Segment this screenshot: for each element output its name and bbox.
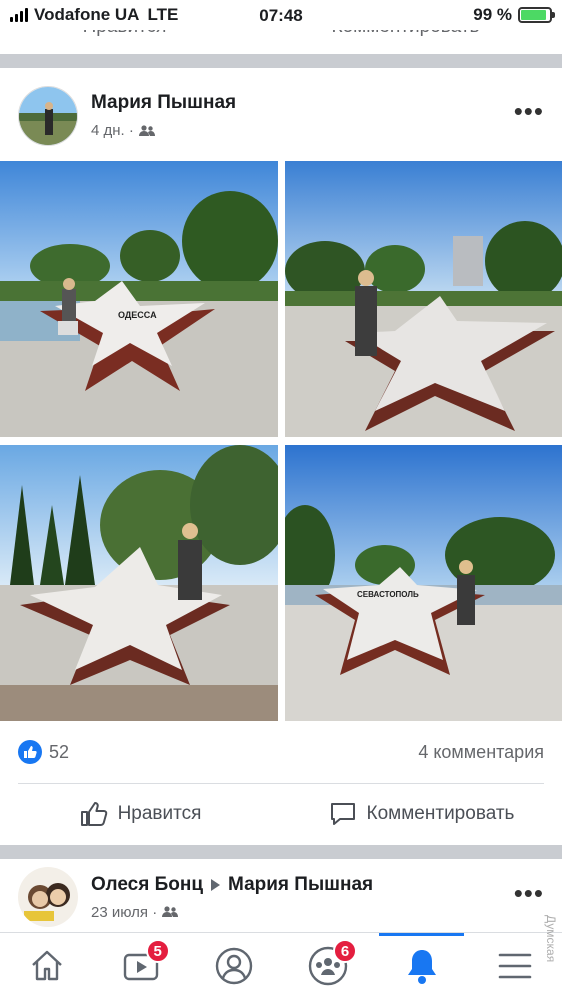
watermark: Думская (544, 915, 558, 963)
next-post-date[interactable]: 23 июля · (91, 904, 157, 921)
like-reaction-icon[interactable] (18, 740, 42, 764)
video-badge: 5 (145, 939, 170, 963)
bottom-navigation: 5 6 (0, 932, 562, 999)
friends-icon (162, 906, 179, 917)
next-post-target[interactable]: Мария Пышная (228, 874, 373, 896)
feed-separator (0, 54, 562, 68)
friends-icon (138, 124, 155, 136)
post-photo-1[interactable]: ОДЕССА (0, 161, 278, 437)
post-photo-3[interactable] (0, 445, 278, 721)
carrier-name: Vodafone UA (34, 5, 140, 24)
next-post-author[interactable]: Олеся Бонц (91, 874, 203, 896)
menu-icon (498, 953, 532, 979)
like-button-label: Нравится (117, 803, 202, 824)
photo-4-caption: СЕВАСТОПОЛЬ (357, 590, 419, 599)
post-author-name[interactable]: Мария Пышная (91, 92, 236, 114)
status-bar: Vodafone UA LTE 07:48 99 % (0, 0, 562, 30)
photo-1-caption: ОДЕССА (118, 310, 157, 320)
signal-strength-icon (10, 8, 28, 22)
battery-icon (517, 7, 555, 23)
thumbs-up-icon (80, 802, 107, 826)
profile-icon (215, 947, 253, 985)
comments-count[interactable]: 4 комментария (418, 742, 544, 763)
post-photo-2[interactable] (285, 161, 562, 437)
previous-post-actions: Нравится Комментировать (0, 30, 562, 52)
arrow-right-icon (211, 878, 221, 891)
comment-button-label: Комментировать (366, 803, 515, 824)
groups-badge: 6 (333, 939, 358, 963)
more-options-button[interactable]: ••• (514, 96, 544, 135)
post-time[interactable]: 4 дн. · (91, 122, 134, 139)
home-icon (32, 950, 62, 981)
nav-groups[interactable]: 6 (281, 933, 375, 999)
avatar[interactable] (18, 867, 78, 927)
divider (18, 783, 544, 784)
notifications-icon (407, 950, 436, 984)
like-count[interactable]: 52 (49, 742, 69, 763)
feed-separator (0, 845, 562, 859)
nav-home[interactable] (0, 933, 94, 999)
avatar[interactable] (18, 85, 78, 146)
more-options-button[interactable]: ••• (514, 878, 544, 917)
like-button[interactable]: Нравится (0, 801, 281, 827)
previous-comment-button[interactable]: Комментировать (332, 30, 480, 38)
previous-like-button[interactable]: Нравится (83, 30, 167, 38)
comment-icon (330, 803, 355, 825)
post-actions: Нравится Комментировать (0, 786, 562, 842)
battery-percent: 99 % (473, 5, 512, 24)
post-photo-4[interactable]: СЕВАСТОПОЛЬ (285, 445, 562, 721)
network-type: LTE (147, 5, 179, 24)
post-header: Мария Пышная 4 дн. · ••• (0, 68, 562, 163)
nav-profile[interactable] (187, 933, 281, 999)
nav-notifications[interactable] (375, 933, 469, 999)
reactions-bar: 52 4 комментария (0, 722, 562, 782)
next-post-header: Олеся Бонц Мария Пышная 23 июля · ••• (0, 862, 562, 932)
nav-video[interactable]: 5 (94, 933, 188, 999)
comment-button[interactable]: Комментировать (281, 801, 562, 827)
